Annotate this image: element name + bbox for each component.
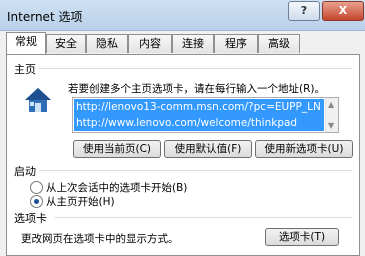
use-new-tab-button[interactable]: 使用新选项卡(U) bbox=[255, 140, 353, 158]
startup-section-label: 启动 bbox=[14, 165, 36, 178]
startup-divider bbox=[39, 170, 352, 171]
homepage-section-label: 主页 bbox=[14, 63, 36, 76]
help-button[interactable]: ? bbox=[288, 1, 320, 21]
tab-advanced[interactable]: 高级 bbox=[258, 34, 300, 53]
startup-home-radio[interactable] bbox=[30, 195, 43, 208]
window-title: Internet 选项 bbox=[7, 10, 83, 24]
homepage-divider bbox=[39, 68, 352, 69]
tab-general[interactable]: 常规 bbox=[6, 32, 46, 54]
tabs-divider bbox=[55, 217, 352, 218]
startup-last-session-label: 从上次会话中的选项卡开始(B) bbox=[46, 182, 188, 194]
homepage-urls-field[interactable]: http://lenovo13-comm.msn.com/?pc=EUPP_LN… bbox=[72, 97, 339, 133]
tabs-settings-button[interactable]: 选项卡(T) bbox=[265, 228, 339, 246]
house-icon bbox=[25, 88, 51, 112]
homepage-hint: 若要创建多个主页选项卡，请在每行输入一个地址(R)。 bbox=[68, 83, 325, 95]
startup-last-session-radio[interactable] bbox=[30, 181, 43, 194]
use-current-button[interactable]: 使用当前页(C) bbox=[73, 140, 161, 158]
tab-privacy[interactable]: 隐私 bbox=[86, 34, 128, 53]
tabs-section-label: 选项卡 bbox=[14, 212, 47, 225]
tabs-description: 更改网页在选项卡中的显示方式。 bbox=[21, 233, 179, 245]
title-bar: Internet 选项 ? X bbox=[0, 0, 365, 31]
tab-security[interactable]: 安全 bbox=[46, 34, 86, 53]
close-button[interactable]: X bbox=[322, 1, 364, 21]
urls-scrollbar[interactable]: ▲ ▼ bbox=[325, 98, 338, 132]
homepage-url-1: http://lenovo13-comm.msn.com/?pc=EUPP_LN bbox=[74, 99, 324, 115]
use-default-button[interactable]: 使用默认值(F) bbox=[164, 140, 252, 158]
scroll-down-icon[interactable]: ▼ bbox=[328, 121, 334, 130]
scroll-up-icon[interactable]: ▲ bbox=[328, 100, 334, 109]
startup-home-label: 从主页开始(H) bbox=[46, 196, 115, 208]
homepage-url-2: http://www.lenovo.com/welcome/thinkpad bbox=[74, 115, 324, 131]
tab-content[interactable]: 内容 bbox=[128, 34, 172, 53]
general-panel: 主页 若要创建多个主页选项卡，请在每行输入一个地址(R)。 http://len… bbox=[6, 54, 360, 256]
tab-connections[interactable]: 连接 bbox=[172, 34, 214, 53]
tab-programs[interactable]: 程序 bbox=[214, 34, 258, 53]
